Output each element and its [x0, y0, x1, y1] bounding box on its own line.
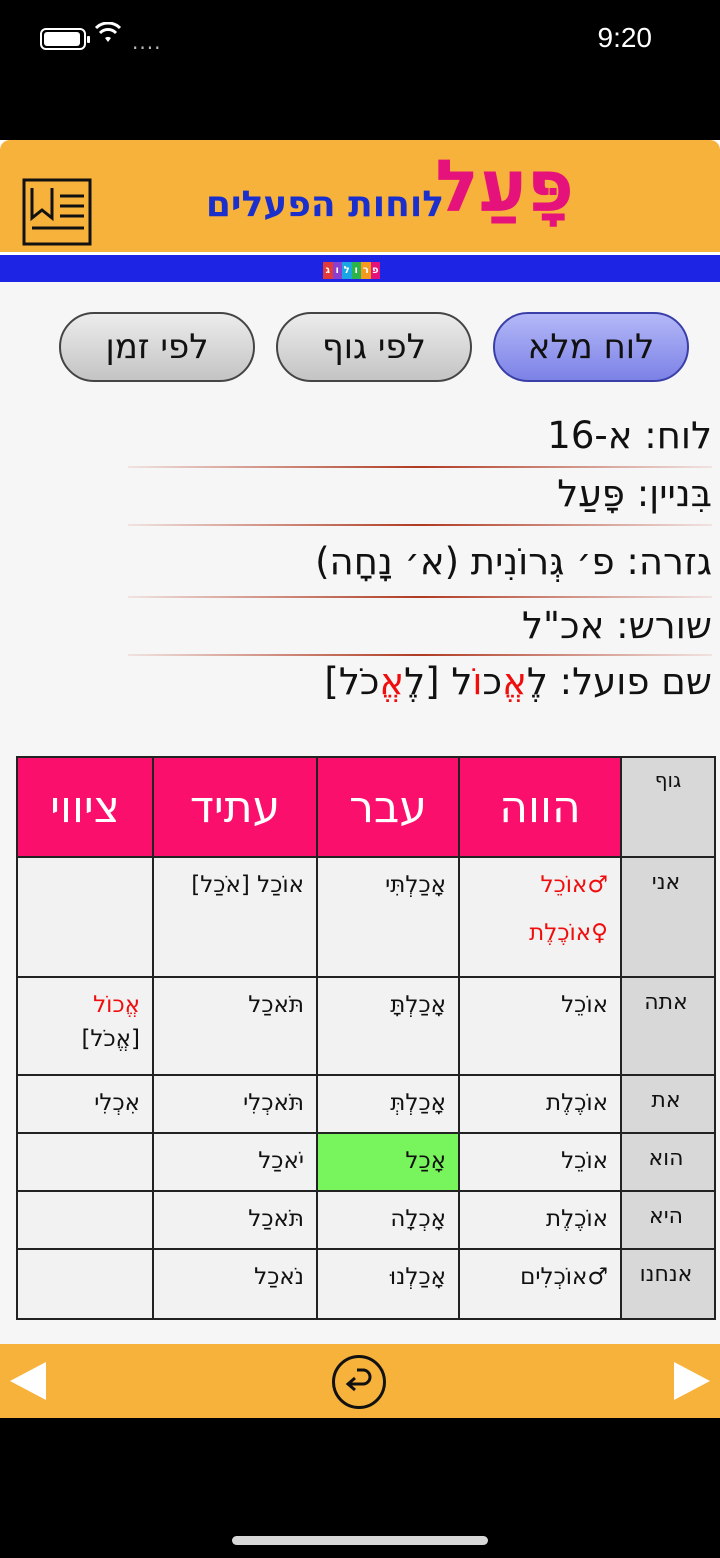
- cell-future[interactable]: תֹּאכְלִי: [152, 1074, 318, 1134]
- divider: [128, 596, 712, 598]
- cell-past[interactable]: אָכְלָה: [316, 1190, 460, 1250]
- brand-logo: פָּעַל: [435, 144, 574, 228]
- divider: [128, 524, 712, 526]
- app-header: פָּעַל לוחות הפעלים: [0, 140, 720, 252]
- app-subtitle: לוחות הפעלים: [205, 184, 444, 225]
- status-bar: .... 9:20: [0, 0, 720, 140]
- triangle-left-icon[interactable]: [10, 1362, 46, 1400]
- cell-imperative[interactable]: [16, 856, 154, 978]
- cell-present[interactable]: ♂אוֹכְלִים: [458, 1248, 622, 1320]
- triangle-right-icon[interactable]: [674, 1362, 710, 1400]
- home-indicator[interactable]: [232, 1536, 488, 1545]
- table-row: את אוֹכֶלֶת אָכַלְתְּ תֹּאכְלִי אִכְלִי: [16, 1074, 716, 1134]
- tab-full-table[interactable]: לוח מלא: [493, 312, 689, 382]
- cell-future[interactable]: תֹּאכַל: [152, 976, 318, 1076]
- cell-imperative[interactable]: [16, 1190, 154, 1250]
- header-past: עבר: [316, 756, 460, 858]
- info-gizra: גזרה: פ׳ גְּרוֹנִית (א׳ נָחָה): [315, 540, 712, 583]
- status-time: 9:20: [597, 22, 653, 53]
- cell-present[interactable]: אוֹכֶלֶת: [458, 1190, 622, 1250]
- signal-dots: ....: [132, 30, 162, 54]
- app-window: פָּעַל לוחות הפעלים פ ר ו ל ו ג לוח מלא …: [0, 140, 720, 1418]
- conjugation-table: גוף הווה עבר עתיד ציווי אני ♂אוֹכֵל ♀אוֹכ…: [16, 756, 716, 1320]
- cell-past-highlighted[interactable]: אָכַל: [316, 1132, 460, 1192]
- table-row: היא אוֹכֶלֶת אָכְלָה תֹּאכַל: [16, 1190, 716, 1250]
- header-present: הווה: [458, 756, 622, 858]
- divider: [128, 654, 712, 656]
- cell-present[interactable]: אוֹכֵל: [458, 976, 622, 1076]
- tab-by-tense[interactable]: לפי זמן: [59, 312, 255, 382]
- cell-past[interactable]: אָכַלְתִּי: [316, 856, 460, 978]
- info-binyan: בִּניין: פָּעַל: [557, 472, 712, 515]
- cell-imperative[interactable]: אֱכוֹל [אֱכֹל]: [16, 976, 154, 1076]
- cell-future[interactable]: נֹאכַל: [152, 1248, 318, 1320]
- header-person: גוף: [620, 756, 716, 858]
- cell-imperative[interactable]: [16, 1248, 154, 1320]
- info-root: שורש: אכ"ל: [522, 604, 712, 647]
- info-infinitive: שם פועל: לֶאֱכוֹל [לֶאֱכֹל]: [324, 660, 712, 703]
- tab-by-person[interactable]: לפי גוף: [276, 312, 472, 382]
- bottom-nav: [0, 1344, 720, 1418]
- header-stripe: פ ר ו ל ו ג: [0, 252, 720, 282]
- main-content: לוח מלא לפי גוף לפי זמן לוח: א-16 בִּניי…: [0, 282, 720, 1344]
- cell-imperative[interactable]: [16, 1132, 154, 1192]
- table-row: הוא אוֹכֵל אָכַל יֹאכַל: [16, 1132, 716, 1192]
- cell-present[interactable]: ♂אוֹכֵל ♀אוֹכֶלֶת: [458, 856, 622, 978]
- table-row: אני ♂אוֹכֵל ♀אוֹכֶלֶת אָכַלְתִּי אוֹכַל […: [16, 856, 716, 978]
- info-board: לוח: א-16: [547, 414, 712, 457]
- table-row: אנחנו ♂אוֹכְלִים אָכַלְנוּ נֹאכַל: [16, 1248, 716, 1320]
- cell-imperative[interactable]: אִכְלִי: [16, 1074, 154, 1134]
- cell-present[interactable]: אוֹכֶלֶת: [458, 1074, 622, 1134]
- book-icon[interactable]: [22, 178, 92, 246]
- wifi-icon: [94, 21, 122, 50]
- table-header-row: גוף הווה עבר עתיד ציווי: [16, 756, 716, 858]
- divider: [128, 466, 712, 468]
- header-imperative: ציווי: [16, 756, 154, 858]
- cell-past[interactable]: אָכַלְנוּ: [316, 1248, 460, 1320]
- undo-icon[interactable]: [332, 1355, 386, 1409]
- cell-future[interactable]: אוֹכַל [אֹכַל]: [152, 856, 318, 978]
- header-future: עתיד: [152, 756, 318, 858]
- publisher-logo: פ ר ו ל ו ג: [323, 262, 380, 279]
- table-row: אתה אוֹכֵל אָכַלְתָּ תֹּאכַל אֱכוֹל [אֱכֹ…: [16, 976, 716, 1076]
- cell-future[interactable]: יֹאכַל: [152, 1132, 318, 1192]
- cell-present[interactable]: אוֹכֵל: [458, 1132, 622, 1192]
- battery-icon: [40, 28, 90, 50]
- cell-past[interactable]: אָכַלְתְּ: [316, 1074, 460, 1134]
- cell-future[interactable]: תֹּאכַל: [152, 1190, 318, 1250]
- cell-past[interactable]: אָכַלְתָּ: [316, 976, 460, 1076]
